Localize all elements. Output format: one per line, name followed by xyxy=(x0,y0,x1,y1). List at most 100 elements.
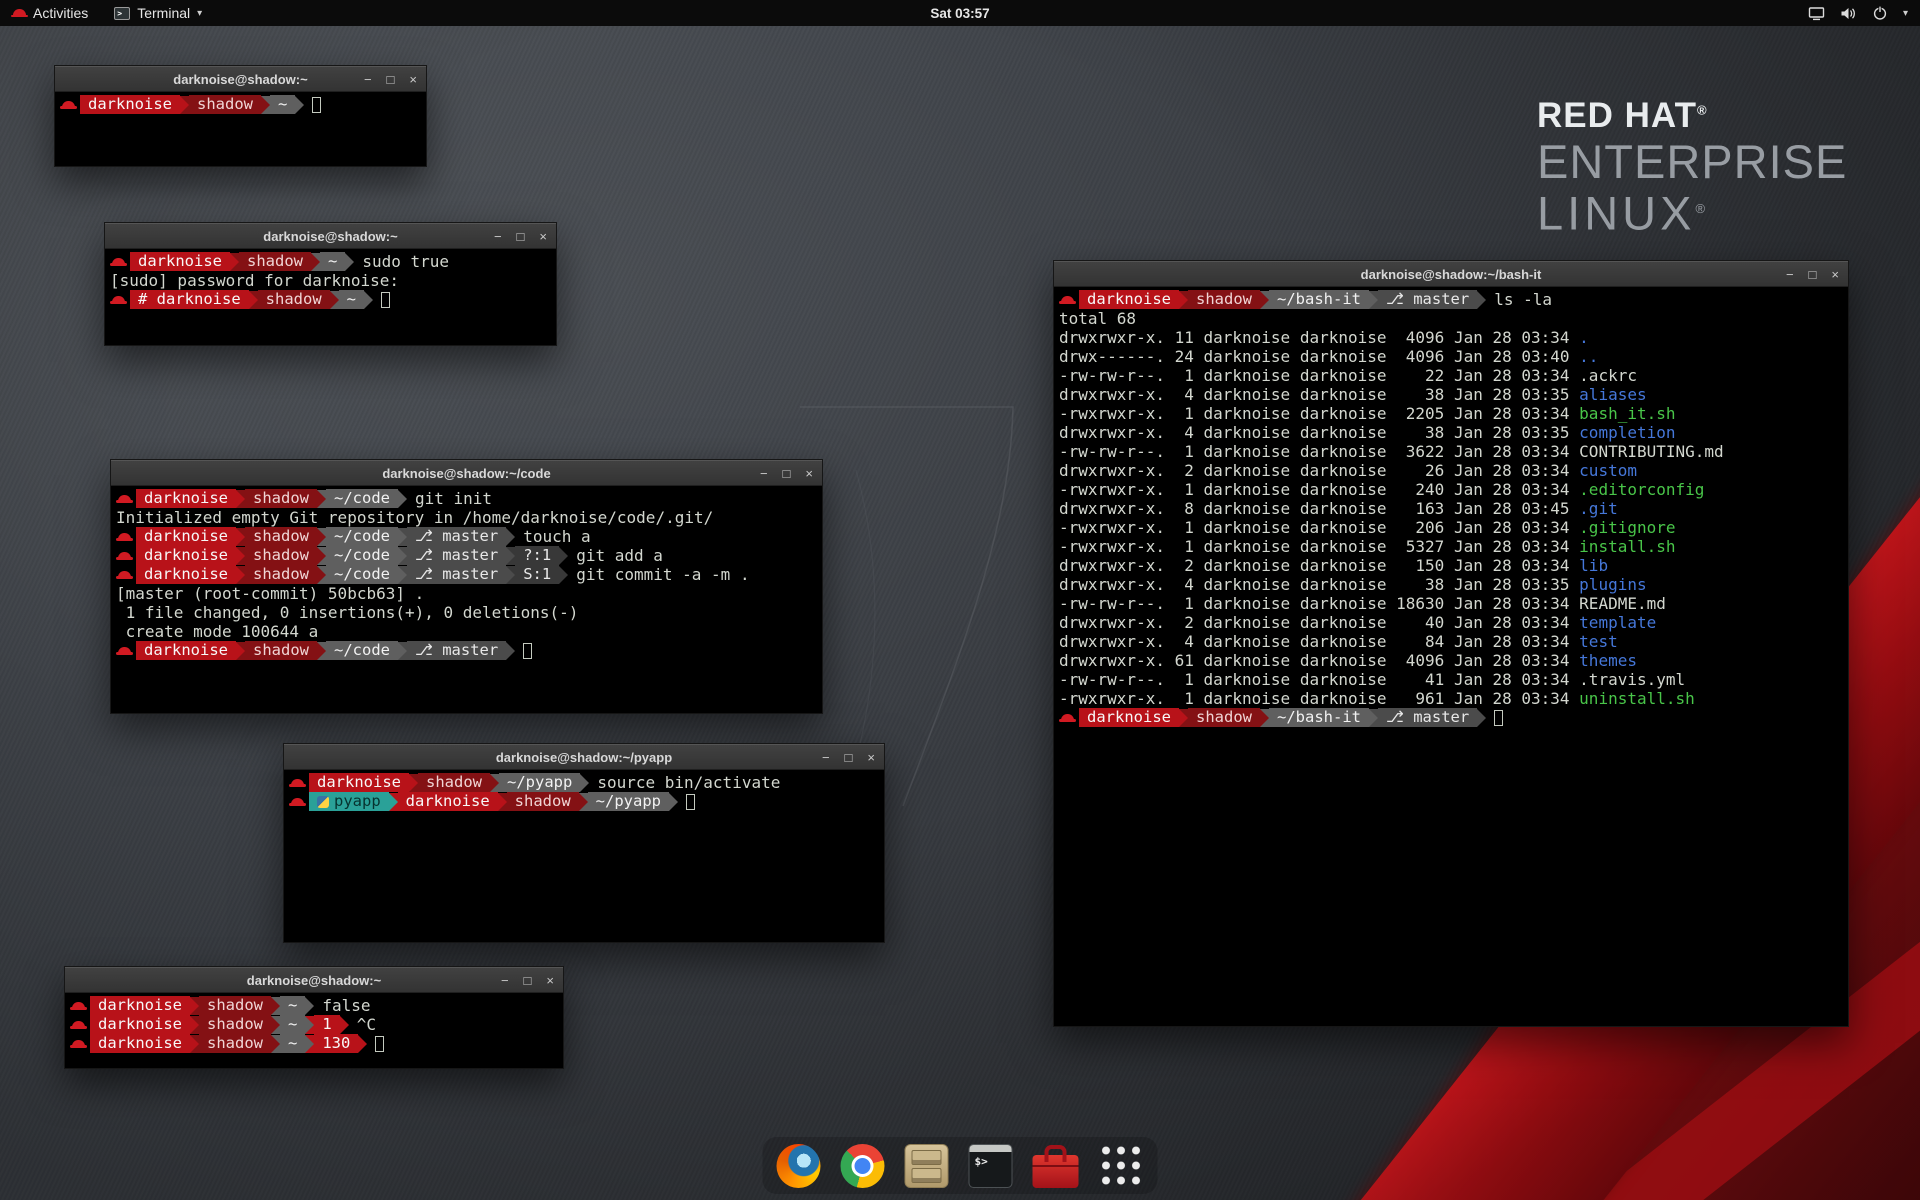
prompt-segment-text: ~/pyapp xyxy=(507,773,572,792)
terminal-text: .gitignore xyxy=(1579,518,1675,537)
terminal-line: -rwxrwxr-x. 1 darknoise darknoise 240 Ja… xyxy=(1059,480,1843,499)
maximize-button[interactable]: □ xyxy=(524,974,532,987)
minimize-button[interactable]: − xyxy=(501,974,509,987)
maximize-button[interactable]: □ xyxy=(387,73,395,86)
close-button[interactable]: × xyxy=(539,230,547,243)
powerline-arrow xyxy=(398,490,407,508)
terminal-text: [master (root-commit) 50bcb63] . xyxy=(116,584,424,603)
terminal-text: drwxrwxr-x. 2 darknoise darknoise 40 Jan… xyxy=(1059,613,1579,632)
toolbox-icon xyxy=(1033,1155,1079,1188)
terminal-text: -rwxrwxr-x. 1 darknoise darknoise 206 Ja… xyxy=(1059,518,1579,537)
maximize-button[interactable]: □ xyxy=(517,230,525,243)
redhat-prompt-icon xyxy=(289,798,309,806)
terminal-text: [sudo] password for darknoise: xyxy=(110,271,399,290)
powerline-arrow xyxy=(180,96,189,114)
app-menu-terminal[interactable]: > Terminal ▾ xyxy=(101,0,215,26)
terminal-line: -rwxrwxr-x. 1 darknoise darknoise 2205 J… xyxy=(1059,404,1843,423)
minimize-button[interactable]: − xyxy=(494,230,502,243)
clock[interactable]: Sat 03:57 xyxy=(930,6,989,21)
terminal-body[interactable]: darknoiseshadow~ xyxy=(55,92,426,117)
powerline-arrow xyxy=(317,528,326,546)
terminal-body[interactable]: darknoiseshadow~falsedarknoiseshadow~1^C… xyxy=(65,993,563,1056)
prompt-segment-user: darknoise xyxy=(136,641,236,660)
window-titlebar[interactable]: darknoise@shadow:~/code − □ × xyxy=(111,460,822,486)
redhat-hat-shape xyxy=(118,571,131,579)
terminal-body[interactable]: darknoiseshadow~/codegit initInitialized… xyxy=(111,486,822,663)
dock-item-toolbox[interactable] xyxy=(1033,1144,1079,1188)
powerline-arrow xyxy=(559,547,568,565)
close-button[interactable]: × xyxy=(546,974,554,987)
window-titlebar[interactable]: darknoise@shadow:~ − □ × xyxy=(55,66,426,92)
terminal-cursor xyxy=(523,643,532,659)
minimize-button[interactable]: − xyxy=(364,73,372,86)
dock-item-files[interactable] xyxy=(905,1144,949,1188)
powerline-arrow xyxy=(305,997,314,1015)
terminal-line: darknoiseshadow~/code⎇ masterS:1git comm… xyxy=(116,565,817,584)
prompt-segment-text: darknoise xyxy=(138,252,222,271)
dock-item-terminal[interactable] xyxy=(969,1144,1013,1188)
powerline-arrow xyxy=(305,1035,314,1053)
activities-button[interactable]: Activities xyxy=(0,0,101,26)
powerline-arrow xyxy=(506,528,515,546)
terminal-line: -rwxrwxr-x. 1 darknoise darknoise 206 Ja… xyxy=(1059,518,1843,537)
close-button[interactable]: × xyxy=(805,467,813,480)
powerline-arrow xyxy=(190,1035,199,1053)
window-titlebar[interactable]: darknoise@shadow:~ − □ × xyxy=(105,223,556,249)
volume-icon[interactable] xyxy=(1840,6,1857,21)
prompt-segment-text: shadow xyxy=(253,565,309,584)
prompt-segment-text: ~ xyxy=(328,252,337,271)
powerline-arrow xyxy=(236,490,245,508)
powerline-arrow xyxy=(317,547,326,565)
redhat-hat-shape xyxy=(118,533,131,541)
display-status-icon[interactable] xyxy=(1808,6,1825,21)
redhat-hat-shape xyxy=(112,258,125,266)
redhat-prompt-icon xyxy=(110,296,130,304)
minimize-button[interactable]: − xyxy=(822,751,830,764)
powerline-arrow xyxy=(295,96,304,114)
powerline-arrow xyxy=(271,1016,280,1034)
window-titlebar[interactable]: darknoise@shadow:~ − □ × xyxy=(65,967,563,993)
dock-item-firefox[interactable] xyxy=(777,1144,821,1188)
prompt-segment-git: ⎇ master xyxy=(1378,290,1477,309)
prompt-segment-text: ~/code xyxy=(334,527,390,546)
window-titlebar[interactable]: darknoise@shadow:~/pyapp − □ × xyxy=(284,744,884,770)
close-button[interactable]: × xyxy=(1831,268,1839,281)
powerline-arrow xyxy=(236,528,245,546)
terminal-text: git add a xyxy=(576,546,663,565)
powerline-arrow xyxy=(669,793,678,811)
window-title: darknoise@shadow:~ xyxy=(263,229,397,244)
close-button[interactable]: × xyxy=(409,73,417,86)
close-button[interactable]: × xyxy=(867,751,875,764)
powerline-arrow xyxy=(579,793,588,811)
prompt-segment-host: shadow xyxy=(258,290,330,309)
prompt-segment-text: shadow xyxy=(197,95,253,114)
terminal-icon xyxy=(969,1144,1013,1188)
terminal-body[interactable]: darknoiseshadow~sudo true[sudo] password… xyxy=(105,249,556,312)
firefox-icon xyxy=(777,1144,821,1188)
terminal-body[interactable]: darknoiseshadow~/bash-it⎇ masterls -lato… xyxy=(1054,287,1848,730)
dock-item-app-grid[interactable] xyxy=(1099,1143,1144,1188)
dock-item-chrome[interactable] xyxy=(841,1144,885,1188)
power-icon[interactable] xyxy=(1872,5,1888,21)
powerline-arrow xyxy=(317,566,326,584)
gnome-top-bar: Activities > Terminal ▾ Sat 03:57 ▾ xyxy=(0,0,1920,26)
minimize-button[interactable]: − xyxy=(1786,268,1794,281)
window-titlebar[interactable]: darknoise@shadow:~/bash-it − □ × xyxy=(1054,261,1848,287)
maximize-button[interactable]: □ xyxy=(845,751,853,764)
prompt-segment-venv: pyapp xyxy=(309,792,389,811)
maximize-button[interactable]: □ xyxy=(1809,268,1817,281)
maximize-button[interactable]: □ xyxy=(783,467,791,480)
minimize-button[interactable]: − xyxy=(760,467,768,480)
terminal-window-home-1: darknoise@shadow:~ − □ × darknoiseshadow… xyxy=(54,65,427,167)
redhat-hat-shape xyxy=(72,1002,85,1010)
terminal-body[interactable]: darknoiseshadow~/pyappsource bin/activat… xyxy=(284,770,884,814)
prompt-segment-text: shadow xyxy=(1196,708,1252,727)
prompt-segment-text: darknoise xyxy=(144,489,228,508)
terminal-text: -rw-rw-r--. 1 darknoise darknoise 41 Jan… xyxy=(1059,670,1579,689)
prompt-segment-host: shadow xyxy=(507,792,579,811)
powerline-arrow xyxy=(409,774,418,792)
status-chevron-down-icon[interactable]: ▾ xyxy=(1903,8,1908,19)
prompt-segment-text: darknoise xyxy=(144,565,228,584)
chevron-down-icon: ▾ xyxy=(197,8,202,19)
prompt-segment-path: ~ xyxy=(280,1015,305,1034)
